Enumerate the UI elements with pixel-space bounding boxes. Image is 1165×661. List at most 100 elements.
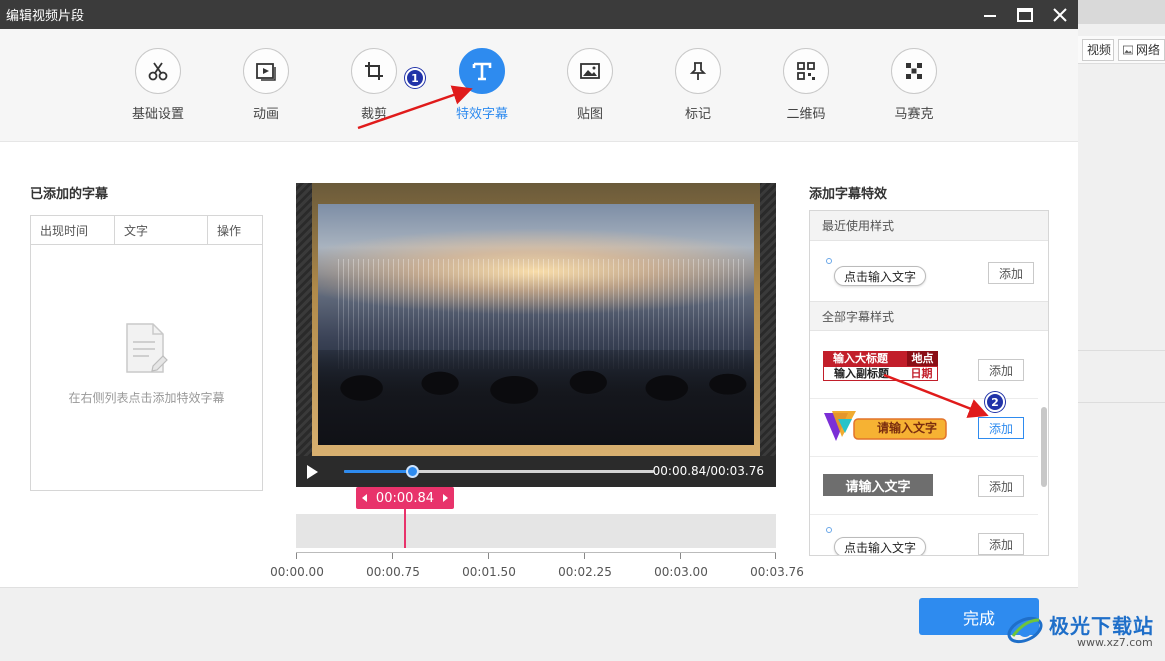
tool-circle [891,48,937,94]
tool-label: 标记 [684,107,711,122]
news-place: 地点 [907,351,938,366]
image-icon [1122,45,1133,54]
tool-basic-settings[interactable]: 基础设置 [103,48,213,122]
all-styles-header: 全部字幕样式 [810,301,1048,331]
column-header-time: 出现时间 [31,216,115,244]
empty-hint-text: 在右侧列表点击添加特效字幕 [68,391,225,405]
divider [1078,350,1165,351]
style-row-gray-banner: 请输入文字 添加 [810,457,1038,515]
tool-label: 动画 [252,107,279,122]
recent-styles-header: 最近使用样式 [810,211,1048,241]
recent-style-preview: 点击输入文字 [834,266,927,286]
watermark-url: www.xz7.com [1077,636,1153,649]
tool-mark[interactable]: 标记 [643,48,753,122]
tool-label: 特效字幕 [455,107,508,122]
add-colorful-style-button[interactable]: 添加 [978,417,1024,439]
background-app-window: 视频 网络 [1078,0,1165,661]
style-row-bubble: 点击输入文字 添加 [810,515,1038,555]
background-network-label: 网络 [1135,43,1160,57]
ruler-tick [392,553,393,559]
add-style-button[interactable]: 添加 [978,475,1024,497]
style-news-title-preview: 输入大标题 地点 输入副标题 日期 [823,351,938,381]
play-icon [307,465,318,479]
caret-left-icon [362,494,367,502]
add-style-button[interactable]: 添加 [978,533,1024,555]
seek-progress [344,470,413,473]
tool-circle [351,48,397,94]
background-video-button[interactable]: 视频 [1082,38,1114,61]
divider [1078,402,1165,403]
tool-animation[interactable]: 动画 [211,48,321,122]
maximize-icon [1017,7,1033,22]
player-controls: 00:00.84/00:03.76 [296,456,776,487]
timeline-marker-time: 00:00.84 [375,490,435,506]
add-recent-style-button[interactable]: 添加 [988,262,1034,284]
play-frame-icon [256,63,276,81]
video-preview [296,183,776,456]
maximize-button[interactable] [1007,0,1043,29]
empty-document-icon [126,323,168,373]
crop-icon [365,62,383,80]
news-subtitle: 输入副标题 [824,367,906,380]
ruler-tick [584,553,585,559]
close-icon [1053,7,1067,22]
window-title: 编辑视频片段 [6,9,85,24]
bubble-corner-dot [826,258,832,264]
pin-icon [689,62,707,80]
ruler-tick [680,553,681,559]
ruler-tick-label: 00:01.50 [462,565,516,579]
ruler-tick-label: 00:03.76 [750,565,804,579]
ruler-tick-label: 00:00.00 [270,565,324,579]
image-icon [580,63,600,79]
tool-circle [783,48,829,94]
column-header-text: 文字 [115,216,208,244]
timeline-playhead[interactable] [404,509,406,548]
timeline-track[interactable] [296,514,776,548]
tool-sticker[interactable]: 贴图 [535,48,645,122]
background-network-button[interactable]: 网络 [1117,38,1165,61]
close-button[interactable] [1042,0,1078,29]
bubble-corner-dot [826,527,832,533]
ruler-tick-label: 00:02.25 [558,565,612,579]
tool-label: 基础设置 [131,107,184,122]
style-row-news-title: 输入大标题 地点 输入副标题 日期 添加 [810,341,1038,399]
add-style-button[interactable]: 添加 [978,359,1024,381]
tool-mosaic[interactable]: 马赛克 [859,48,969,122]
ruler-tick-label: 00:00.75 [366,565,420,579]
caret-right-icon [442,494,448,502]
tool-effect-subtitle[interactable]: 特效字幕 [427,48,537,122]
watermark-logo-icon [1007,616,1043,644]
edit-toolbar: 基础设置 动画 裁剪 特效字幕 贴图 标记 二维码 马赛克 [0,29,1078,142]
seek-thumb[interactable] [406,465,420,478]
step-badge-1: 1 [405,68,425,88]
tool-qrcode[interactable]: 二维码 [751,48,861,122]
news-date: 日期 [906,367,937,380]
tool-circle [459,48,505,94]
scissors-icon [148,62,168,81]
play-button[interactable] [302,462,322,482]
tool-circle [243,48,289,94]
timeline-marker[interactable]: 00:00.84 [356,487,454,509]
recent-style-row: 点击输入文字 添加 [810,242,1048,302]
effects-scrollbar[interactable] [1041,329,1047,555]
background-video-label: 视频 [1087,43,1112,57]
news-main-title: 输入大标题 [823,351,907,366]
ruler-tick [296,553,297,559]
add-effect-title: 添加字幕特效 [809,187,888,202]
text-t-icon [472,62,492,81]
playback-time: 00:00.84/00:03.76 [652,464,764,478]
minimize-button[interactable] [972,0,1008,29]
style-row-colorful: 请输入文字 添加 [810,399,1038,457]
ruler-tick-label: 00:03.00 [654,565,708,579]
crowd-silhouette [318,350,754,445]
qrcode-icon [797,62,815,80]
column-header-action: 操作 [217,223,242,238]
subtitle-effects-list: 最近使用样式 点击输入文字 添加 全部字幕样式 输入大标题 地点 输入副标题 日… [809,210,1049,556]
watermark-text: 极光下载站 [1049,614,1154,638]
seek-bar[interactable] [344,465,654,478]
step-badge-2: 2 [985,392,1005,412]
scrollbar-thumb[interactable] [1041,407,1047,487]
timeline-ruler [296,552,776,560]
site-watermark: 极光下载站 www.xz7.com [1003,600,1165,656]
tool-label: 二维码 [786,107,826,122]
